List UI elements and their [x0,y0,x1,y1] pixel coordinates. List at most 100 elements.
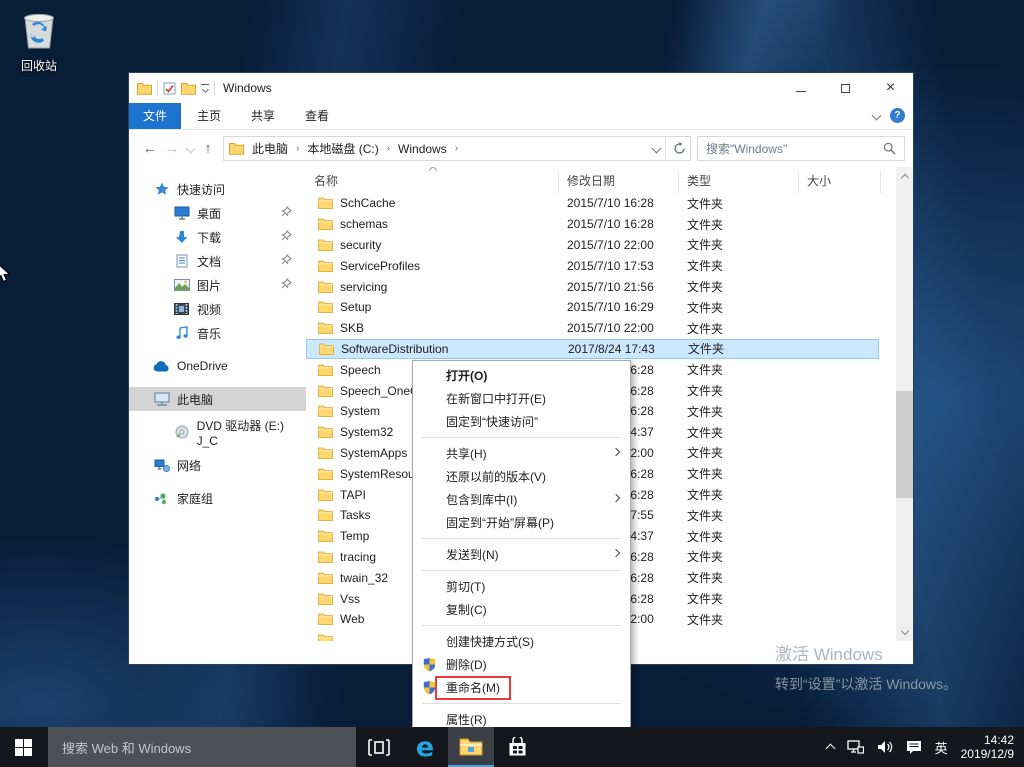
ribbon-collapse-icon[interactable] [872,111,882,121]
column-header-类型[interactable]: 类型 [679,170,799,193]
context-menu-item-固定到“快速访问”[interactable]: 固定到“快速访问” [413,410,630,433]
refresh-icon[interactable] [668,137,690,161]
menu-item-label: 包含到库中(I) [446,491,517,508]
sidebar-item-下载[interactable]: 下载 [129,225,306,249]
recycle-bin-desktop-icon[interactable]: 回收站 [10,8,68,74]
ime-language-indicator[interactable]: 英 [935,738,948,757]
sidebar-item-此电脑[interactable]: 此电脑 [129,387,306,411]
breadcrumb-item[interactable]: 此电脑 [248,138,292,159]
context-menu-item-共享(H)[interactable]: 共享(H) [413,442,630,465]
sidebar-item-家庭组[interactable]: 家庭组 [129,486,306,510]
close-button[interactable]: × [868,73,913,103]
file-type: 文件夹 [687,528,723,545]
sidebar-item-快速访问[interactable]: 快速访问 [129,177,306,201]
file-row-schemas[interactable]: schemas2015/7/10 16:28文件夹 [306,214,879,235]
folder-icon [318,530,333,542]
scroll-up-icon[interactable] [896,167,913,184]
file-type: 文件夹 [687,569,723,586]
folder-icon [318,218,333,230]
ribbon-tab-主页[interactable]: 主页 [183,103,235,129]
sidebar-item-label: 视频 [197,301,221,318]
help-icon[interactable]: ? [890,108,905,123]
context-menu-item-固定到“开始”屏幕(P)[interactable]: 固定到“开始”屏幕(P) [413,511,630,534]
sidebar-item-OneDrive[interactable]: OneDrive [129,354,306,378]
breadcrumb-item[interactable]: Windows [394,140,451,158]
menu-item-label: 共享(H) [446,445,487,462]
sidebar-item-DVD 驱动器 (E:) J_C[interactable]: DVD 驱动器 (E:) J_C [129,420,306,444]
scrollbar-thumb[interactable] [896,391,913,498]
file-row-Setup[interactable]: Setup2015/7/10 16:29文件夹 [306,297,879,318]
context-menu-item-在新窗口中打开(E)[interactable]: 在新窗口中打开(E) [413,387,630,410]
ribbon-tab-文件[interactable]: 文件 [129,103,181,129]
context-menu-item-还原以前的版本(V)[interactable]: 还原以前的版本(V) [413,465,630,488]
column-header-修改日期[interactable]: 修改日期 [559,170,679,193]
network-tray-icon[interactable] [847,740,864,754]
qat-customize-button[interactable] [201,84,209,92]
taskbar-search-input[interactable]: 搜索 Web 和 Windows [48,727,356,767]
file-row-ServiceProfiles[interactable]: ServiceProfiles2015/7/10 17:53文件夹 [306,255,879,276]
volume-tray-icon[interactable] [877,740,893,754]
column-header-名称[interactable]: 名称 [306,170,559,193]
sidebar-item-图片[interactable]: 图片 [129,273,306,297]
folder-icon [318,489,333,501]
task-view-button[interactable] [356,727,402,767]
address-folder-icon [229,142,244,155]
file-type: 文件夹 [687,195,723,212]
column-header-大小[interactable]: 大小 [799,170,881,193]
sidebar-item-网络[interactable]: 网络 [129,453,306,477]
context-menu-item-打开(O)[interactable]: 打开(O) [413,364,630,387]
sidebar-item-label: 桌面 [197,205,221,222]
breadcrumb-item[interactable]: 本地磁盘 (C:) [303,138,382,159]
file-row-SchCache[interactable]: SchCache2015/7/10 16:28文件夹 [306,193,879,214]
minimize-button[interactable] [778,73,823,103]
context-menu-item-复制(C)[interactable]: 复制(C) [413,598,630,621]
notifications-tray-icon[interactable] [906,740,922,755]
context-menu-item-发送到(N)[interactable]: 发送到(N) [413,543,630,566]
taskbar-clock[interactable]: 14:42 2019/12/9 [961,733,1014,761]
file-row-SoftwareDistribution[interactable]: SoftwareDistribution2017/8/24 17:43文件夹 [306,339,879,360]
forward-button[interactable]: → [161,137,183,161]
context-menu-item-剪切(T)[interactable]: 剪切(T) [413,575,630,598]
file-name: SKB [340,321,544,335]
file-explorer-taskbar-icon[interactable] [448,727,494,767]
address-bar[interactable]: 此电脑›本地磁盘 (C:)›Windows› [223,136,691,161]
scroll-down-icon[interactable] [896,624,913,641]
recent-locations-icon[interactable] [183,137,197,161]
start-button[interactable] [0,727,46,767]
navigation-bar: ← → ↑ 此电脑›本地磁盘 (C:)›Windows› 搜索"Windows" [129,130,913,167]
tray-date: 2019/12/9 [961,747,1014,761]
context-menu-item-包含到库中(I)[interactable]: 包含到库中(I) [413,488,630,511]
search-icon[interactable] [883,142,896,155]
sidebar-item-桌面[interactable]: 桌面 [129,201,306,225]
back-button[interactable]: ← [139,137,161,161]
edge-browser-icon[interactable]: e [402,727,448,767]
address-dropdown-icon[interactable] [649,137,663,161]
search-box[interactable]: 搜索"Windows" [697,136,905,161]
qat-properties-button[interactable] [163,82,176,95]
store-icon[interactable] [494,727,540,767]
file-date: 2015/7/10 21:56 [567,280,654,294]
file-type: 文件夹 [687,444,723,461]
hidden-icons-chevron[interactable] [825,744,835,754]
maximize-button[interactable] [823,73,868,103]
navigation-pane: 快速访问桌面下载文档图片视频音乐 OneDrive 此电脑 DVD 驱动器 (E:) … [129,167,306,641]
context-menu-item-重命名(M)[interactable]: 重命名(M) [413,676,630,699]
folder-icon [318,281,333,293]
folder-icon [318,239,333,251]
folder-icon [318,197,333,209]
folder-icon [318,509,333,521]
sidebar-item-文档[interactable]: 文档 [129,249,306,273]
ribbon-tab-共享[interactable]: 共享 [237,103,289,129]
file-row-SKB[interactable]: SKB2015/7/10 22:00文件夹 [306,318,879,339]
context-menu-item-删除(D)[interactable]: 删除(D) [413,653,630,676]
menu-item-label: 创建快捷方式(S) [446,633,534,650]
sidebar-item-音乐[interactable]: 音乐 [129,321,306,345]
file-row-servicing[interactable]: servicing2015/7/10 21:56文件夹 [306,276,879,297]
qat-new-folder-button[interactable] [181,82,196,95]
sidebar-item-视频[interactable]: 视频 [129,297,306,321]
up-button[interactable]: ↑ [197,137,219,161]
ribbon-tab-查看[interactable]: 查看 [291,103,343,129]
vertical-scrollbar[interactable] [896,167,913,641]
file-row-security[interactable]: security2015/7/10 22:00文件夹 [306,235,879,256]
context-menu-item-创建快捷方式(S)[interactable]: 创建快捷方式(S) [413,630,630,653]
